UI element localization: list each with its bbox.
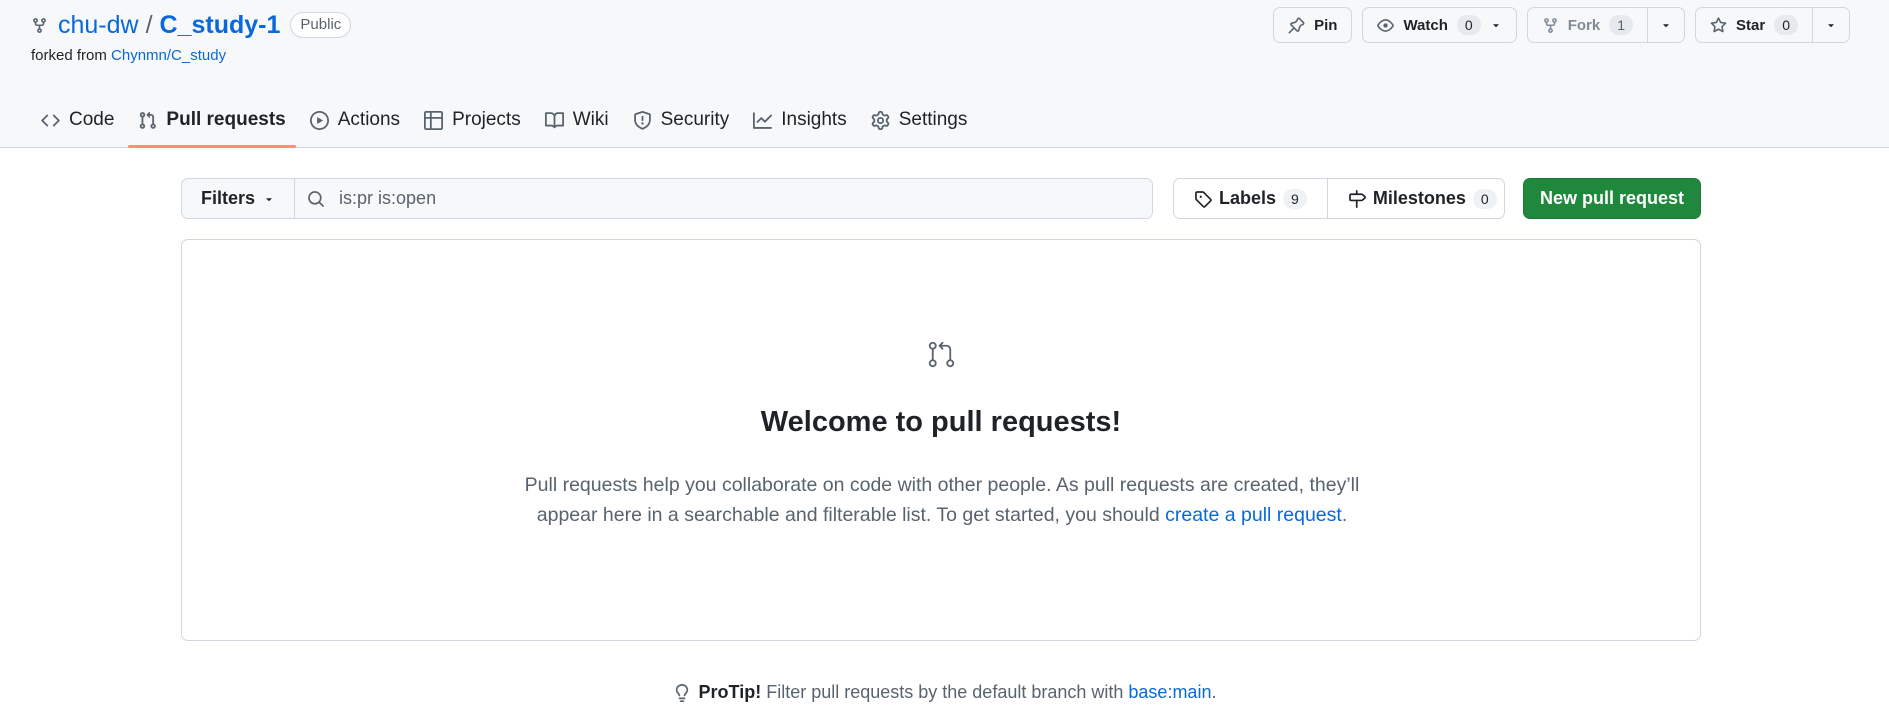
pr-subnav: Filters Labels 9 Milestones 0 xyxy=(181,178,1701,219)
tab-pull-requests-label: Pull requests xyxy=(166,109,286,130)
watch-caret-icon xyxy=(1490,19,1502,31)
star-icon xyxy=(1710,16,1727,34)
filters-button[interactable]: Filters xyxy=(182,179,296,218)
milestone-icon xyxy=(1348,189,1366,208)
create-pull-request-link[interactable]: create a pull request xyxy=(1165,504,1342,526)
repo-nav: Code Pull requests Actions Projects Wiki xyxy=(31,100,981,148)
watch-count: 0 xyxy=(1456,15,1481,35)
protip-end: . xyxy=(1211,682,1217,702)
milestones-count: 0 xyxy=(1472,188,1497,209)
tag-icon xyxy=(1194,190,1212,208)
tab-wiki-label: Wiki xyxy=(572,109,609,130)
tab-actions[interactable]: Actions xyxy=(300,100,410,140)
tab-code[interactable]: Code xyxy=(31,100,124,140)
pin-button[interactable]: Pin xyxy=(1273,7,1353,43)
blankslate-description: Pull requests help you collaborate on co… xyxy=(492,470,1392,530)
milestones-label: Milestones xyxy=(1372,188,1466,208)
labels-button[interactable]: Labels 9 xyxy=(1174,179,1327,218)
watch-button[interactable]: Watch 0 xyxy=(1363,8,1515,42)
search-icon xyxy=(307,190,325,208)
milestones-button[interactable]: Milestones 0 xyxy=(1326,179,1504,218)
fork-label: Fork xyxy=(1567,16,1601,34)
filter-search-group: Filters xyxy=(181,178,1153,219)
star-count: 0 xyxy=(1774,15,1798,35)
repo-path-separator: / xyxy=(145,11,153,39)
tab-projects-label: Projects xyxy=(452,109,521,130)
search-box xyxy=(295,179,1152,218)
eye-icon xyxy=(1377,17,1395,34)
book-icon xyxy=(544,111,564,130)
filters-label: Filters xyxy=(201,188,256,208)
labels-label: Labels xyxy=(1219,188,1277,208)
star-button[interactable]: Star 0 xyxy=(1696,8,1812,42)
base-main-link[interactable]: base:main xyxy=(1128,682,1211,702)
repo-actions: Pin Watch 0 Fork 1 Star 0 xyxy=(1273,7,1850,43)
tab-settings-label: Settings xyxy=(898,109,968,130)
git-pull-request-icon xyxy=(927,340,956,369)
visibility-badge: Public xyxy=(290,12,352,38)
light-bulb-icon xyxy=(673,683,691,702)
fork-button-group: Fork 1 xyxy=(1526,7,1686,43)
pin-label: Pin xyxy=(1314,16,1338,34)
protip-text: Filter pull requests by the default bran… xyxy=(766,682,1124,702)
code-icon xyxy=(41,111,60,130)
repo-title-row: chu-dw / C_study-1 Public xyxy=(31,8,352,42)
fork-caret-icon xyxy=(1660,19,1672,31)
forked-from: forked from Chynmn/C_study xyxy=(31,47,226,64)
fork-icon xyxy=(1542,17,1559,34)
search-input[interactable] xyxy=(339,188,940,209)
protip: ProTip! Filter pull requests by the defa… xyxy=(0,682,1889,703)
graph-icon xyxy=(753,111,773,130)
repo-header: chu-dw / C_study-1 Public forked from Ch… xyxy=(0,0,1889,148)
gear-icon xyxy=(871,110,890,130)
protip-label: ProTip! xyxy=(698,682,762,702)
forked-from-label: forked from xyxy=(31,47,107,64)
table-icon xyxy=(424,110,444,130)
repo-forked-icon xyxy=(31,17,48,34)
shield-icon xyxy=(633,110,652,130)
fork-count: 1 xyxy=(1609,15,1634,35)
pin-icon xyxy=(1288,17,1305,34)
labels-count: 9 xyxy=(1283,188,1307,209)
tab-projects[interactable]: Projects xyxy=(414,100,531,140)
play-icon xyxy=(309,110,329,130)
tab-settings[interactable]: Settings xyxy=(861,100,978,140)
blankslate-title: Welcome to pull requests! xyxy=(760,406,1122,438)
watch-label: Watch xyxy=(1403,16,1448,34)
filters-caret-icon xyxy=(263,193,275,205)
tab-pull-requests[interactable]: Pull requests xyxy=(128,100,297,148)
star-button-group: Star 0 xyxy=(1695,7,1850,43)
labels-milestones-group: Labels 9 Milestones 0 xyxy=(1173,178,1505,219)
star-label: Star xyxy=(1736,16,1766,34)
fork-button[interactable]: Fork 1 xyxy=(1528,8,1647,42)
new-pull-request-button[interactable]: New pull request xyxy=(1523,178,1701,219)
watch-button-group: Watch 0 xyxy=(1362,7,1517,43)
tab-security-label: Security xyxy=(660,109,730,130)
blankslate-text-end: . xyxy=(1341,504,1348,526)
tab-code-label: Code xyxy=(69,109,115,130)
repo-name-link[interactable]: C_study-1 xyxy=(160,8,281,42)
forked-source-link[interactable]: Chynmn/C_study xyxy=(111,47,226,64)
star-caret-icon xyxy=(1825,19,1837,31)
git-pull-request-icon xyxy=(138,111,157,130)
tab-insights[interactable]: Insights xyxy=(743,100,856,140)
tab-wiki[interactable]: Wiki xyxy=(535,100,619,140)
blankslate: Welcome to pull requests! Pull requests … xyxy=(181,239,1701,641)
fork-dropdown-button[interactable] xyxy=(1647,8,1684,42)
tab-insights-label: Insights xyxy=(781,109,847,130)
star-dropdown-button[interactable] xyxy=(1812,8,1849,42)
repo-owner-link[interactable]: chu-dw xyxy=(58,8,139,42)
tab-actions-label: Actions xyxy=(337,109,401,130)
tab-security[interactable]: Security xyxy=(623,100,740,140)
